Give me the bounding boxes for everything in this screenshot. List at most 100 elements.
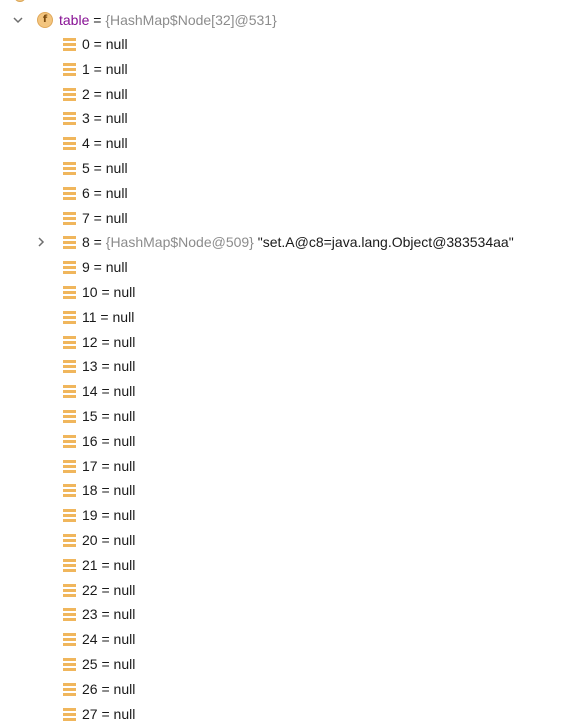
- element-index: 1: [82, 60, 90, 77]
- element-index: 27: [82, 705, 98, 722]
- element-index: 11: [82, 308, 97, 325]
- tree-row-element[interactable]: 9 = null: [0, 255, 573, 280]
- element-index: 7: [82, 209, 90, 226]
- tree-row-element[interactable]: 4 = null: [0, 131, 573, 156]
- tree-row-element[interactable]: 20 = null: [0, 528, 573, 553]
- tree-row-element[interactable]: 22 = null: [0, 578, 573, 603]
- array-element-icon: [63, 360, 76, 374]
- tree-row-element[interactable]: 12 = null: [0, 330, 573, 355]
- array-element-icon: [63, 112, 76, 126]
- chevron-right-icon[interactable]: [34, 230, 48, 254]
- tree-row-label: 9 = null: [82, 255, 128, 280]
- tree-row-element[interactable]: 17 = null: [0, 454, 573, 479]
- array-element-icon: [63, 261, 76, 275]
- tree-row-element[interactable]: 24 = null: [0, 627, 573, 652]
- tree-row-label: 21 = null: [82, 553, 135, 578]
- element-value: null: [105, 135, 128, 152]
- equals-sign: =: [89, 259, 106, 276]
- tree-row-label: 26 = null: [82, 677, 135, 702]
- element-value: null: [113, 432, 136, 449]
- equals-sign: =: [97, 333, 114, 350]
- array-element-icon: [63, 459, 76, 473]
- equals-sign: =: [89, 159, 106, 176]
- tree-row-label: 1 = null: [82, 57, 128, 82]
- tree-row-element[interactable]: 26 = null: [0, 677, 573, 702]
- element-value: null: [113, 680, 136, 697]
- equals-sign: =: [97, 655, 114, 672]
- tree-row-element[interactable]: 18 = null: [0, 478, 573, 503]
- tree-row-label: 5 = null: [82, 156, 128, 181]
- element-value: null: [113, 283, 136, 300]
- tree-row-label: 8 = {HashMap$Node@509} "set.A@c8=java.la…: [82, 230, 514, 255]
- equals-sign: =: [97, 631, 114, 648]
- equals-sign: =: [97, 432, 114, 449]
- tree-row-table[interactable]: f table = {HashMap$Node[32]@531}: [0, 8, 573, 32]
- element-index: 26: [82, 680, 98, 697]
- tree-row-element[interactable]: 13 = null: [0, 354, 573, 379]
- element-index: 20: [82, 531, 98, 548]
- element-value: null: [105, 259, 128, 276]
- tree-row-element[interactable]: 27 = null: [0, 702, 573, 726]
- field-icon: f: [37, 12, 53, 28]
- element-index: 2: [82, 85, 90, 102]
- tree-row-element[interactable]: 8 = {HashMap$Node@509} "set.A@c8=java.la…: [0, 230, 573, 255]
- equals-sign: =: [97, 383, 114, 400]
- element-value: null: [105, 110, 128, 127]
- tree-row-element[interactable]: 5 = null: [0, 156, 573, 181]
- tree-row-element[interactable]: 2 = null: [0, 82, 573, 107]
- element-index: 21: [82, 556, 98, 573]
- tree-row-label: 10 = null: [82, 280, 135, 305]
- tree-row-element[interactable]: 25 = null: [0, 652, 573, 677]
- tree-row-element[interactable]: 21 = null: [0, 553, 573, 578]
- equals-sign: =: [89, 85, 106, 102]
- element-index: 3: [82, 110, 90, 127]
- element-index: 15: [82, 407, 98, 424]
- array-element-icon: [63, 385, 76, 399]
- tree-row-element[interactable]: 15 = null: [0, 404, 573, 429]
- element-index: 16: [82, 432, 98, 449]
- tree-row-element[interactable]: 10 = null: [0, 280, 573, 305]
- array-element-icon: [63, 409, 76, 423]
- tree-row-label: 23 = null: [82, 602, 135, 627]
- tree-row-element[interactable]: 16 = null: [0, 429, 573, 454]
- array-element-icon: [63, 484, 76, 498]
- tree-row-element[interactable]: 23 = null: [0, 602, 573, 627]
- element-index: 14: [82, 383, 98, 400]
- equals-sign: =: [89, 110, 106, 127]
- tree-row-element[interactable]: 3 = null: [0, 106, 573, 131]
- previous-row-clipped: [0, 0, 573, 4]
- array-element-icon: [63, 310, 76, 324]
- element-value: "set.A@c8=java.lang.Object@383534aa": [253, 234, 514, 251]
- chevron-down-icon[interactable]: [11, 8, 25, 32]
- tree-row-element[interactable]: 0 = null: [0, 32, 573, 57]
- tree-row-label: 6 = null: [82, 181, 128, 206]
- tree-row-label: 4 = null: [82, 131, 128, 156]
- element-index: 6: [82, 184, 90, 201]
- tree-row-label: 13 = null: [82, 354, 135, 379]
- tree-row-element[interactable]: 11 = null: [0, 305, 573, 330]
- equals-sign: =: [89, 60, 106, 77]
- element-value: null: [113, 606, 136, 623]
- tree-row-label: 7 = null: [82, 206, 128, 231]
- element-value: null: [105, 159, 128, 176]
- tree-row-element[interactable]: 6 = null: [0, 181, 573, 206]
- equals-sign: =: [97, 482, 114, 499]
- tree-row-element[interactable]: 1 = null: [0, 57, 573, 82]
- array-element-icon: [63, 608, 76, 622]
- equals-sign: =: [97, 680, 114, 697]
- element-value: null: [113, 581, 136, 598]
- element-index: 25: [82, 655, 98, 672]
- tree-children: 0 = null 1 = null 2 = null 3 = null 4 = null…: [0, 32, 573, 726]
- tree-row-label: 18 = null: [82, 478, 135, 503]
- tree-row-element[interactable]: 14 = null: [0, 379, 573, 404]
- array-element-icon: [63, 62, 76, 76]
- tree-row-label: 19 = null: [82, 503, 135, 528]
- tree-row-label: 17 = null: [82, 454, 135, 479]
- tree-row-label: 2 = null: [82, 82, 128, 107]
- tree-row-element[interactable]: 7 = null: [0, 206, 573, 231]
- element-index: 12: [82, 333, 98, 350]
- array-element-icon: [63, 657, 76, 671]
- tree-row-label: 16 = null: [82, 429, 135, 454]
- tree-row-element[interactable]: 19 = null: [0, 503, 573, 528]
- equals-sign: =: [89, 36, 106, 52]
